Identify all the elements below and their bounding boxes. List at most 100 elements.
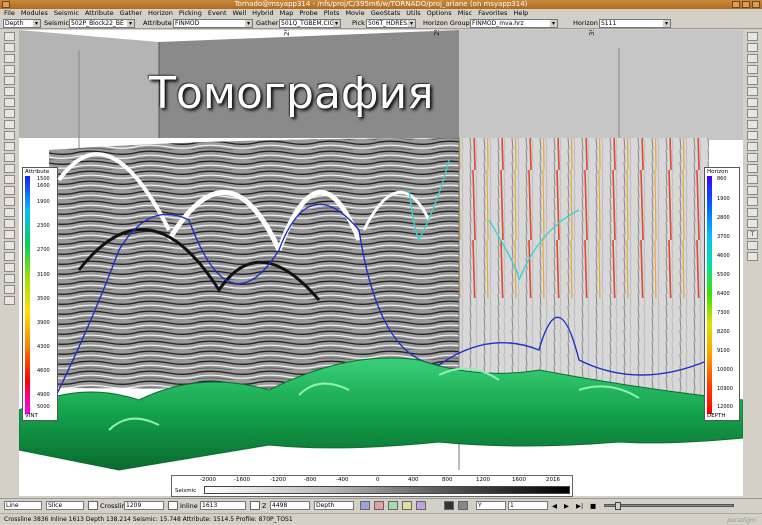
step-forward-icon[interactable]: ▶| xyxy=(576,501,583,511)
view-top-icon[interactable] xyxy=(747,76,758,85)
save-view-icon[interactable] xyxy=(4,87,15,96)
horizon-view-icon[interactable] xyxy=(4,131,15,140)
color-icon[interactable] xyxy=(4,263,15,272)
home-view-icon[interactable] xyxy=(4,109,15,118)
menu-seismic[interactable]: Seismic xyxy=(54,9,79,18)
pick-tool-icon[interactable] xyxy=(4,76,15,85)
bookmark-icon[interactable] xyxy=(747,252,758,261)
shade-icon[interactable] xyxy=(747,219,758,228)
maximize-icon[interactable] xyxy=(742,1,750,8)
slider-thumb[interactable] xyxy=(615,502,621,510)
stop-icon[interactable]: ■ xyxy=(590,501,596,511)
view-right-icon[interactable] xyxy=(747,65,758,74)
light-icon[interactable] xyxy=(4,175,15,184)
slice-select[interactable]: Slice xyxy=(46,501,84,510)
menu-well[interactable]: Well xyxy=(233,9,247,18)
view-front-icon[interactable] xyxy=(747,32,758,41)
close-icon[interactable] xyxy=(752,1,760,8)
undo-icon[interactable] xyxy=(4,208,15,217)
menu-gather[interactable]: Gather xyxy=(120,9,142,18)
menu-misc[interactable]: Misc xyxy=(458,9,472,18)
view-bottom-icon[interactable] xyxy=(747,87,758,96)
menu-hybrid[interactable]: Hybrid xyxy=(252,9,273,18)
pan-tool-icon[interactable] xyxy=(4,43,15,52)
crossline-checkbox[interactable] xyxy=(88,501,98,510)
display-mode-icon[interactable] xyxy=(444,501,454,510)
cube-icon[interactable] xyxy=(747,197,758,206)
palette-icon[interactable] xyxy=(747,208,758,217)
contour-icon[interactable] xyxy=(747,175,758,184)
probe-toggle-icon[interactable] xyxy=(416,501,426,510)
inline-checkbox[interactable] xyxy=(168,501,178,510)
position-slider[interactable] xyxy=(604,502,734,510)
perspective-icon[interactable] xyxy=(747,98,758,107)
menu-horizon[interactable]: Horizon xyxy=(148,9,173,18)
menu-plots[interactable]: Plots xyxy=(324,9,340,18)
seismic-view-icon[interactable] xyxy=(4,120,15,129)
slice-icon[interactable] xyxy=(747,131,758,140)
menu-utils[interactable]: Utils xyxy=(406,9,420,18)
well-view-icon[interactable] xyxy=(4,142,15,151)
redo-icon[interactable] xyxy=(4,219,15,228)
menu-map[interactable]: Map xyxy=(280,9,294,18)
rotate-tool-icon[interactable] xyxy=(4,32,15,41)
domain-select-bottom[interactable]: Depth xyxy=(314,501,354,510)
minimize-icon[interactable] xyxy=(732,1,740,8)
section-icon[interactable] xyxy=(747,120,758,129)
crossline-input[interactable]: 1209 xyxy=(124,501,164,510)
step-input[interactable]: 1 xyxy=(508,501,548,510)
tool-settings-icon[interactable] xyxy=(4,296,15,305)
axis-select[interactable]: Y xyxy=(476,501,506,510)
fit-view-icon[interactable] xyxy=(747,109,758,118)
menu-file[interactable]: File xyxy=(4,9,15,18)
menu-probe[interactable]: Probe xyxy=(299,9,317,18)
menu-modules[interactable]: Modules xyxy=(21,9,48,18)
overlay-icon[interactable] xyxy=(374,501,384,510)
domain-select[interactable]: Depth xyxy=(3,19,41,28)
menu-event[interactable]: Event xyxy=(208,9,227,18)
annotation-icon[interactable] xyxy=(747,241,758,250)
draw-icon[interactable] xyxy=(4,230,15,239)
color-map-icon[interactable] xyxy=(360,501,370,510)
z-input[interactable]: 4498 xyxy=(270,501,310,510)
view-left-icon[interactable] xyxy=(747,54,758,63)
pointer-icon[interactable] xyxy=(4,197,15,206)
mark-icon[interactable] xyxy=(4,252,15,261)
view-back-icon[interactable] xyxy=(747,43,758,52)
z-checkbox[interactable] xyxy=(250,501,260,510)
menu-help[interactable]: Help xyxy=(513,9,528,18)
attribute-select[interactable]: FINMOD xyxy=(173,19,253,28)
menu-options[interactable]: Options xyxy=(427,9,452,18)
play-forward-icon[interactable]: ▶ xyxy=(564,501,569,511)
grid-icon[interactable] xyxy=(4,153,15,162)
horizon-group-select[interactable]: FINMOD_mva.hrz xyxy=(470,19,558,28)
mode-select[interactable]: Line xyxy=(4,501,42,510)
erase-icon[interactable] xyxy=(4,241,15,250)
menu-movie[interactable]: Movie xyxy=(345,9,364,18)
zoom-tool-icon[interactable] xyxy=(4,54,15,63)
window-title-bar[interactable]: Tornado@msyapp314 - /nfs/proj/C/395m6/w/… xyxy=(0,0,762,9)
shading-icon[interactable] xyxy=(458,501,468,510)
menu-picking[interactable]: Picking xyxy=(179,9,202,18)
text-tool-icon[interactable]: T xyxy=(747,230,758,239)
print-icon[interactable] xyxy=(4,98,15,107)
gather-select[interactable]: 501Q_TGBEM.CIG xyxy=(279,19,341,28)
volume-icon[interactable] xyxy=(747,142,758,151)
surface-icon[interactable] xyxy=(747,153,758,162)
inline-input[interactable]: 1613 xyxy=(200,501,246,510)
play-backward-icon[interactable]: ◀ xyxy=(552,501,557,511)
mesh-icon[interactable] xyxy=(747,186,758,195)
3d-seismic-viewport[interactable]: 29 29 3986 Томография Attribute 1500 160… xyxy=(19,30,743,496)
horizon-select[interactable]: S111 xyxy=(599,19,671,28)
surface-toggle-icon[interactable] xyxy=(388,501,398,510)
select-tool-icon[interactable] xyxy=(4,65,15,74)
menu-geostats[interactable]: GeoStats xyxy=(371,9,401,18)
well-toggle-icon[interactable] xyxy=(402,501,412,510)
ruler-icon[interactable] xyxy=(4,186,15,195)
delete-icon[interactable] xyxy=(4,285,15,294)
line-style-icon[interactable] xyxy=(747,164,758,173)
pick-select[interactable]: 506T_HDRES.cig xyxy=(366,19,416,28)
layers-icon[interactable] xyxy=(4,164,15,173)
menu-favorites[interactable]: Favorites xyxy=(478,9,507,18)
stop-icon[interactable] xyxy=(4,274,15,283)
